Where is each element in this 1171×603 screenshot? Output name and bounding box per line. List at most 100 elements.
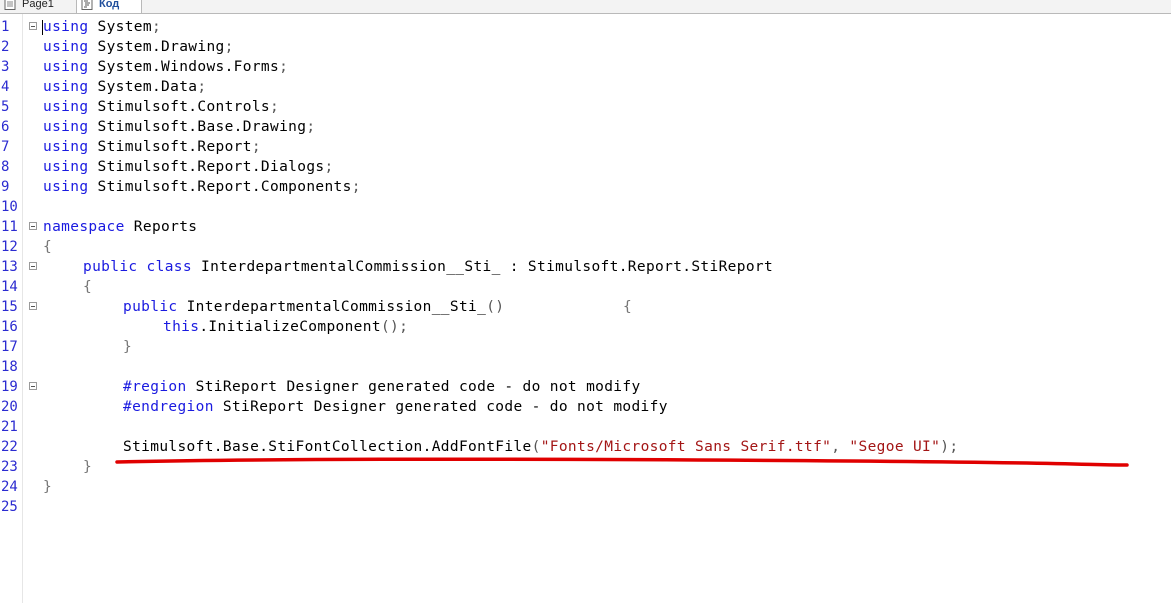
identifier: .InitializeComponent (199, 319, 381, 335)
line-number: 9 (1, 179, 10, 195)
code-editor[interactable]: 1 using System; 2 using System.Drawing; … (0, 14, 1171, 603)
code-line: 25 (0, 497, 1171, 517)
keyword: using (43, 119, 89, 135)
directive: #region (123, 379, 187, 395)
punctuation: ); (940, 439, 959, 455)
punctuation: ; (197, 79, 207, 95)
keyword: namespace (43, 219, 125, 235)
punctuation: ( (531, 439, 541, 455)
identifier: System.Drawing (88, 39, 225, 55)
code-text: using Stimulsoft.Report; (43, 137, 261, 157)
fold-toggle-icon[interactable] (29, 22, 37, 30)
code-text: public InterdepartmentalCommission__Sti_… (123, 297, 504, 317)
punctuation: ; (279, 59, 289, 75)
brace: { (83, 279, 93, 295)
code-line: 12 { (0, 237, 1171, 257)
code-text: using Stimulsoft.Report.Components; (43, 177, 361, 197)
fold-toggle-icon[interactable] (29, 382, 37, 390)
keyword: public class (83, 259, 192, 275)
identifier: Stimulsoft.Report (88, 139, 252, 155)
code-text: public class InterdepartmentalCommission… (83, 257, 773, 277)
code-line: 14 { (0, 277, 1171, 297)
keyword: using (43, 39, 89, 55)
code-text: using Stimulsoft.Base.Drawing; (43, 117, 315, 137)
code-line: 11 namespace Reports (0, 217, 1171, 237)
punctuation: ; (324, 159, 334, 175)
code-text: using System.Drawing; (43, 37, 234, 57)
identifier: InterdepartmentalCommission__Sti_ (177, 299, 487, 315)
text-caret (42, 20, 43, 35)
punctuation: ; (151, 19, 162, 35)
identifier: System.Data (88, 79, 198, 95)
line-number: 15 (1, 299, 18, 315)
identifier: Stimulsoft.Base.Drawing (88, 119, 307, 135)
tab-strip: Page1 Код (0, 0, 1171, 14)
line-number: 25 (1, 499, 18, 515)
keyword: using (43, 99, 89, 115)
code-line: 3 using System.Windows.Forms; (0, 57, 1171, 77)
keyword: public (123, 299, 178, 315)
brace: } (83, 459, 93, 475)
brace: } (123, 339, 133, 355)
line-number: 21 (1, 419, 18, 435)
punctuation: (); (380, 319, 409, 335)
punctuation: ; (224, 39, 234, 55)
code-text: Stimulsoft.Base.StiFontCollection.AddFon… (123, 437, 958, 457)
keyword: using (43, 59, 89, 75)
code-line: 10 (0, 197, 1171, 217)
fold-toggle-icon[interactable] (29, 222, 37, 230)
identifier: StiReport Designer generated code - do n… (213, 399, 668, 415)
punctuation: ; (306, 119, 316, 135)
code-line: 5 using Stimulsoft.Controls; (0, 97, 1171, 117)
code-line: 9 using Stimulsoft.Report.Components; (0, 177, 1171, 197)
line-number: 22 (1, 439, 18, 455)
code-line: 23 } (0, 457, 1171, 477)
line-number: 8 (1, 159, 10, 175)
code-text: #region StiReport Designer generated cod… (123, 377, 641, 397)
code-line: 21 (0, 417, 1171, 437)
code-text: using Stimulsoft.Controls; (43, 97, 279, 117)
identifier: System.Windows.Forms (88, 59, 280, 75)
brace: { (623, 299, 633, 315)
tab-code-label: Код (99, 0, 120, 10)
code-line: 15 public InterdepartmentalCommission__S… (0, 297, 1171, 317)
fold-toggle-icon[interactable] (29, 262, 37, 270)
line-number: 23 (1, 459, 18, 475)
punctuation: , (831, 439, 850, 455)
line-number: 10 (1, 199, 18, 215)
code-line: 7 using Stimulsoft.Report; (0, 137, 1171, 157)
keyword: using (43, 79, 89, 95)
code-line: 17 } (0, 337, 1171, 357)
keyword: using (43, 139, 89, 155)
line-number: 5 (1, 99, 10, 115)
code-line: 20 #endregion StiReport Designer generat… (0, 397, 1171, 417)
code-line: 1 using System; (0, 17, 1171, 37)
tab-page1-label: Page1 (22, 0, 54, 10)
punctuation: ; (251, 139, 261, 155)
code-line: 19 #region StiReport Designer generated … (0, 377, 1171, 397)
code-line: 18 (0, 357, 1171, 377)
line-number: 20 (1, 399, 18, 415)
keyword: using (43, 179, 89, 195)
identifier: InterdepartmentalCommission__Sti_ : Stim… (191, 259, 774, 275)
code-text: using System.Windows.Forms; (43, 57, 288, 77)
directive: #endregion (123, 399, 214, 415)
identifier: Reports (124, 219, 198, 235)
code-text: using System; (43, 17, 161, 37)
string-literal: "Segoe UI" (849, 439, 941, 455)
code-text: namespace Reports (43, 217, 197, 237)
punctuation: ; (351, 179, 361, 195)
code-line: 13 public class InterdepartmentalCommiss… (0, 257, 1171, 277)
line-number: 3 (1, 59, 10, 75)
code-text: using System.Data; (43, 77, 206, 97)
tab-code[interactable]: Код (76, 0, 142, 13)
fold-toggle-icon[interactable] (29, 302, 37, 310)
line-number: 16 (1, 319, 18, 335)
keyword: this (163, 319, 200, 335)
string-literal: "Fonts/Microsoft Sans Serif.ttf" (540, 439, 832, 455)
brace: { (43, 239, 53, 255)
code-line: 4 using System.Data; (0, 77, 1171, 97)
identifier: Stimulsoft.Controls (88, 99, 271, 115)
tab-page1[interactable]: Page1 (0, 0, 76, 13)
page-icon (4, 0, 16, 10)
